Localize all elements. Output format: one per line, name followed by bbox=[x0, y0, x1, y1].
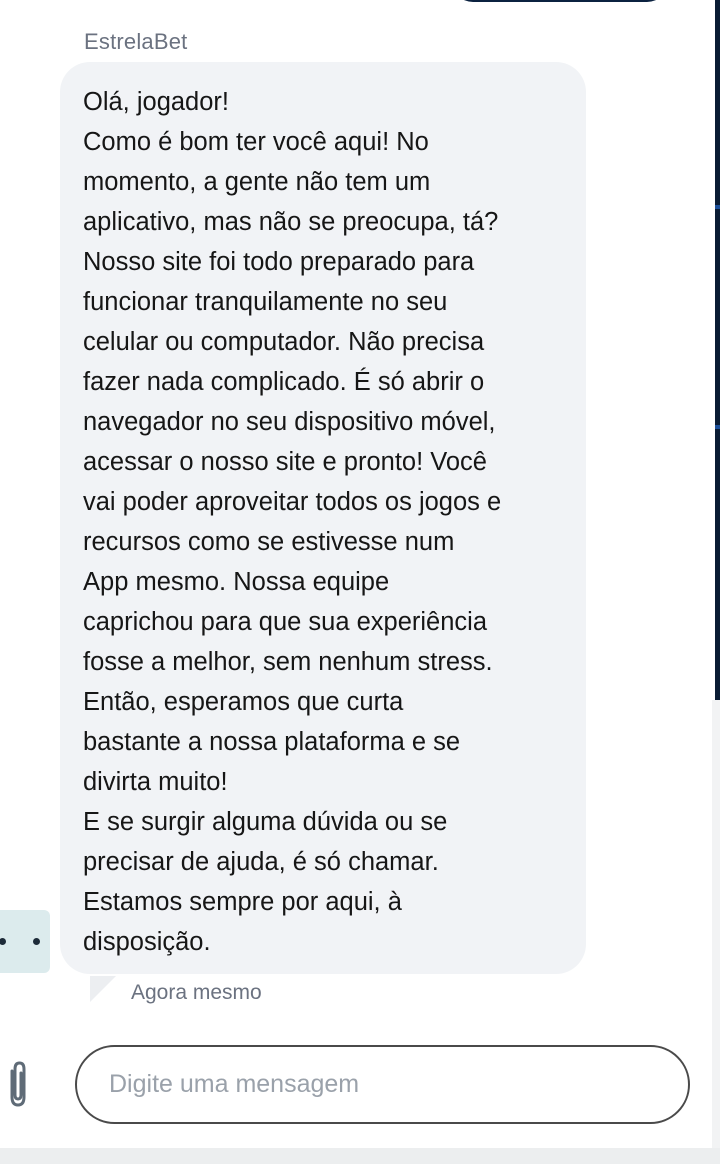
sender-name: EstrelaBet bbox=[84, 29, 188, 54]
typing-dot bbox=[33, 938, 40, 945]
edge-marker bbox=[715, 425, 720, 429]
paperclip-icon bbox=[10, 1061, 26, 1107]
message-input[interactable] bbox=[75, 1045, 690, 1124]
message-text: Olá, jogador! Como é bom ter você aqui! … bbox=[83, 88, 502, 956]
attach-button[interactable] bbox=[4, 1058, 32, 1110]
edge-marker bbox=[715, 205, 720, 209]
message-composer bbox=[0, 1030, 712, 1148]
typing-indicator bbox=[0, 910, 50, 973]
panel-shade bbox=[712, 700, 720, 1148]
message-bubble-tail bbox=[90, 976, 116, 1002]
message-bubble: Olá, jogador! Como é bom ter você aqui! … bbox=[60, 62, 586, 974]
typing-dot bbox=[0, 938, 6, 945]
chat-window: EstrelaBet Olá, jogador! Como é bom ter … bbox=[0, 0, 720, 1164]
header-button[interactable] bbox=[452, 0, 668, 2]
message-timestamp: Agora mesmo bbox=[131, 981, 262, 1004]
bottom-strip bbox=[0, 1148, 720, 1164]
page-edge-strip bbox=[715, 0, 720, 700]
